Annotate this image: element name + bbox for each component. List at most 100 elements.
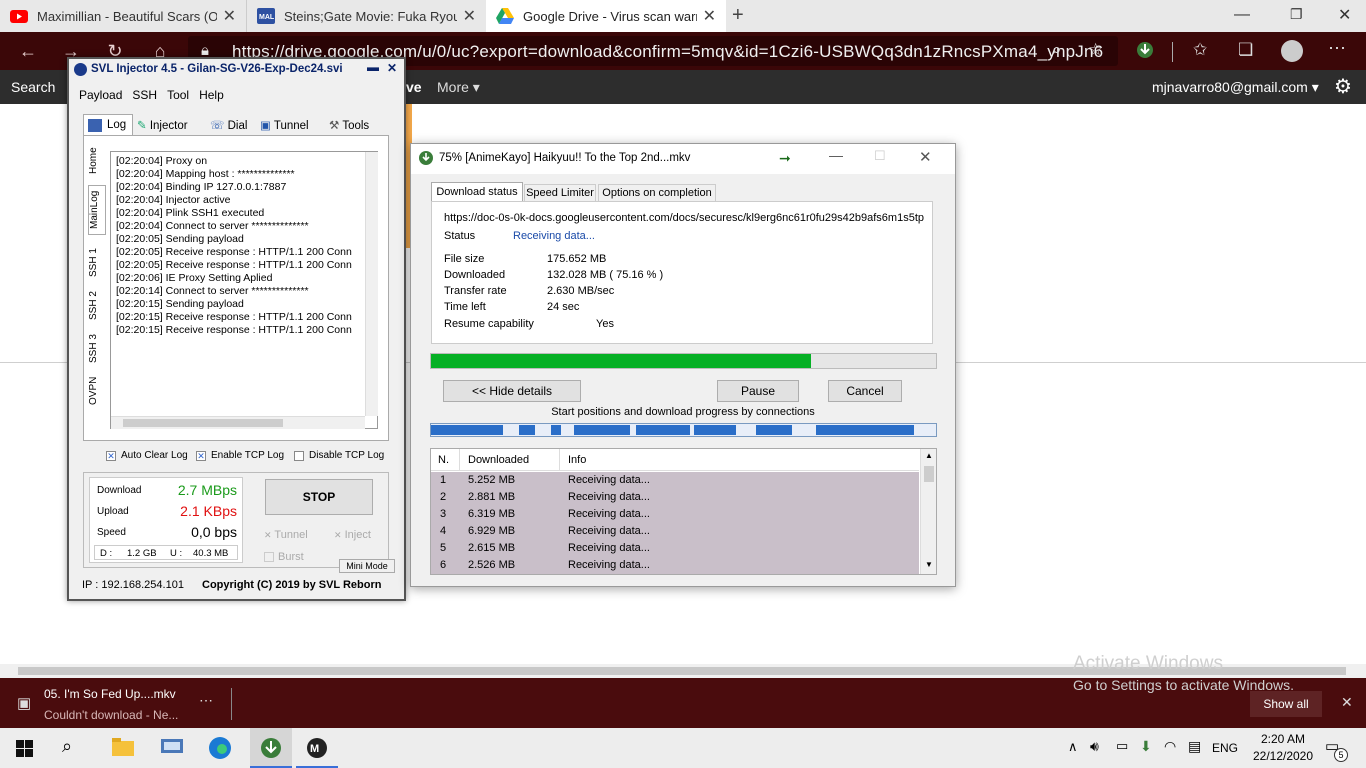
scroll-down-icon[interactable]: ▼	[925, 560, 933, 569]
show-hidden-icons[interactable]: ∧	[1068, 739, 1078, 755]
idm-tray-icon[interactable]: ⬇	[1140, 738, 1152, 755]
check-disable-tcp-log[interactable]: Disable TCP Log	[294, 450, 384, 461]
idm-close-icon[interactable]: ✕	[919, 148, 932, 166]
checkbox-disabled: ✕	[334, 530, 342, 540]
back-icon[interactable]: ←	[13, 32, 43, 70]
col-info[interactable]: Info	[568, 454, 586, 466]
table-row[interactable]: 1 5.252 MB Receiving data...	[431, 472, 919, 489]
svl-tab-dial[interactable]: ☏ Dial	[210, 118, 247, 132]
svl-close-icon[interactable]: ✕	[387, 61, 397, 75]
taskbar-idm[interactable]	[250, 728, 292, 768]
favorites-icon[interactable]: ✩	[1193, 40, 1207, 60]
col-n[interactable]: N.	[438, 454, 449, 466]
idm-extension-icon[interactable]	[1135, 41, 1155, 62]
side-tab-home[interactable]: Home	[88, 141, 106, 181]
log-hscroll-thumb[interactable]	[123, 419, 283, 427]
close-tab-icon[interactable]: ✕	[223, 6, 236, 26]
cancel-button[interactable]: Cancel	[828, 380, 902, 402]
restore-icon[interactable]: ❐	[1290, 6, 1303, 23]
check-auto-clear-log[interactable]: ✕ Auto Clear Log	[106, 450, 188, 461]
windows-start-icon[interactable]	[16, 740, 33, 760]
language-indicator[interactable]: ENG	[1212, 741, 1238, 755]
zoom-icon[interactable]: ⌕	[1052, 40, 1062, 60]
network-tray-icon[interactable]: ▤	[1188, 738, 1201, 755]
search-link[interactable]: Search	[11, 79, 55, 95]
mini-mode-button[interactable]: Mini Mode	[339, 559, 395, 573]
table-row[interactable]: 6 2.526 MB Receiving data...	[431, 557, 919, 574]
search-icon[interactable]: ⌕	[62, 736, 72, 757]
new-tab-button[interactable]: +	[732, 4, 744, 27]
table-row[interactable]: 3 6.319 MB Receiving data...	[431, 506, 919, 523]
minimize-icon[interactable]: —	[1234, 6, 1250, 24]
side-tab-ssh1[interactable]: SSH 1	[88, 243, 106, 283]
close-tab-icon[interactable]: ✕	[463, 6, 476, 26]
settings-gear-icon[interactable]: ⚙	[1334, 74, 1352, 99]
table-row[interactable]: 2 2.881 MB Receiving data...	[431, 489, 919, 506]
more-link[interactable]: More ▾	[437, 79, 480, 96]
close-tab-icon[interactable]: ✕	[703, 6, 716, 26]
close-shelf-icon[interactable]: ✕	[1341, 694, 1353, 711]
menu-tool[interactable]: Tool	[167, 88, 189, 102]
menu-ssh[interactable]: SSH	[132, 88, 157, 102]
log-vscrollbar[interactable]	[365, 152, 378, 416]
network-app-icon[interactable]	[160, 737, 184, 760]
file-explorer-icon[interactable]	[112, 738, 134, 759]
download-file-name[interactable]: 05. I'm So Fed Up....mkv	[44, 687, 176, 701]
idm-taskbar-icon	[259, 736, 283, 763]
opt-burst[interactable]: Burst	[264, 551, 304, 563]
side-tab-mainlog[interactable]: MainLog	[88, 185, 106, 235]
pause-button[interactable]: Pause	[717, 380, 799, 402]
log-line: [02:20:06] IE Proxy Setting Aplied	[116, 272, 273, 284]
tab-google-drive[interactable]: Google Drive - Virus scan warnin ✕	[486, 0, 726, 32]
collections-icon[interactable]: ❏	[1238, 40, 1253, 60]
show-all-button[interactable]: Show all	[1250, 691, 1322, 717]
table-row[interactable]: 5 2.615 MB Receiving data...	[431, 540, 919, 557]
clock-time[interactable]: 2:20 AM	[1253, 732, 1313, 746]
drive-link[interactable]: ve	[406, 79, 422, 95]
svl-tab-tunnel[interactable]: ▣ Tunnel	[260, 118, 309, 132]
tab-label: Tunnel	[273, 120, 309, 132]
check-label: Auto Clear Log	[121, 450, 188, 461]
tab-youtube[interactable]: Maximillian - Beautiful Scars (Of ✕	[0, 0, 246, 32]
col-downloaded[interactable]: Downloaded	[468, 454, 529, 466]
download-options-icon[interactable]: ⋯	[199, 692, 213, 709]
clock-date[interactable]: 22/12/2020	[1248, 749, 1318, 763]
account-menu[interactable]: mjnavarro80@gmail.com ▾	[1152, 79, 1319, 96]
stop-button[interactable]: STOP	[265, 479, 373, 515]
table-vscrollbar[interactable]: ▲ ▼	[920, 449, 936, 574]
side-tab-ssh3[interactable]: SSH 3	[88, 329, 106, 369]
svl-titlebar: SVL Injector 4.5 - Gilan-SG-V26-Exp-Dec2…	[69, 59, 404, 81]
check-enable-tcp-log[interactable]: ✕ Enable TCP Log	[196, 450, 284, 461]
idm-tab-download-status[interactable]: Download status	[431, 182, 523, 202]
more-menu-icon[interactable]: ⋯	[1328, 38, 1346, 59]
side-tab-ovpn[interactable]: OVPN	[88, 373, 106, 409]
hide-details-button[interactable]: << Hide details	[443, 380, 581, 402]
opt-tunnel[interactable]: ✕ Tunnel	[264, 529, 308, 541]
battery-icon[interactable]: ▭	[1116, 738, 1128, 754]
svl-log-box[interactable]: [02:20:04] Proxy on [02:20:04] Mapping ho…	[110, 151, 378, 429]
tab-mal[interactable]: MAL Steins;Gate Movie: Fuka Ryouiki ✕	[246, 0, 486, 32]
edge-browser-icon[interactable]	[208, 736, 232, 763]
profile-avatar[interactable]	[1281, 40, 1303, 62]
taskbar-svl[interactable]: M	[296, 728, 338, 768]
svl-minimize-icon[interactable]: ▬	[367, 60, 379, 74]
log-hscrollbar[interactable]	[111, 416, 365, 429]
menu-help[interactable]: Help	[199, 88, 224, 102]
scroll-thumb[interactable]	[924, 466, 934, 482]
table-row[interactable]: 4 6.929 MB Receiving data...	[431, 523, 919, 540]
idm-tab-options[interactable]: Options on completion	[598, 184, 716, 202]
idm-tab-speed-limiter[interactable]: Speed Limiter	[524, 184, 596, 202]
opt-inject[interactable]: ✕ Inject	[334, 529, 371, 541]
svl-tab-log[interactable]: Log	[83, 114, 133, 136]
svl-tab-tools[interactable]: ⚒ Tools	[329, 118, 369, 132]
svl-tab-injector[interactable]: ✎ Injector	[137, 118, 188, 132]
wifi-icon[interactable]: ◠	[1164, 738, 1176, 755]
idm-minimize-icon[interactable]: —	[829, 147, 843, 163]
favorite-star-icon[interactable]: ☆	[1088, 40, 1103, 60]
volume-icon[interactable]: 🔊︎	[1090, 738, 1099, 755]
scroll-up-icon[interactable]: ▲	[925, 451, 933, 460]
u-label: U :	[170, 548, 183, 559]
menu-payload[interactable]: Payload	[79, 88, 122, 102]
close-window-icon[interactable]: ✕	[1338, 5, 1351, 25]
side-tab-ssh2[interactable]: SSH 2	[88, 286, 106, 326]
